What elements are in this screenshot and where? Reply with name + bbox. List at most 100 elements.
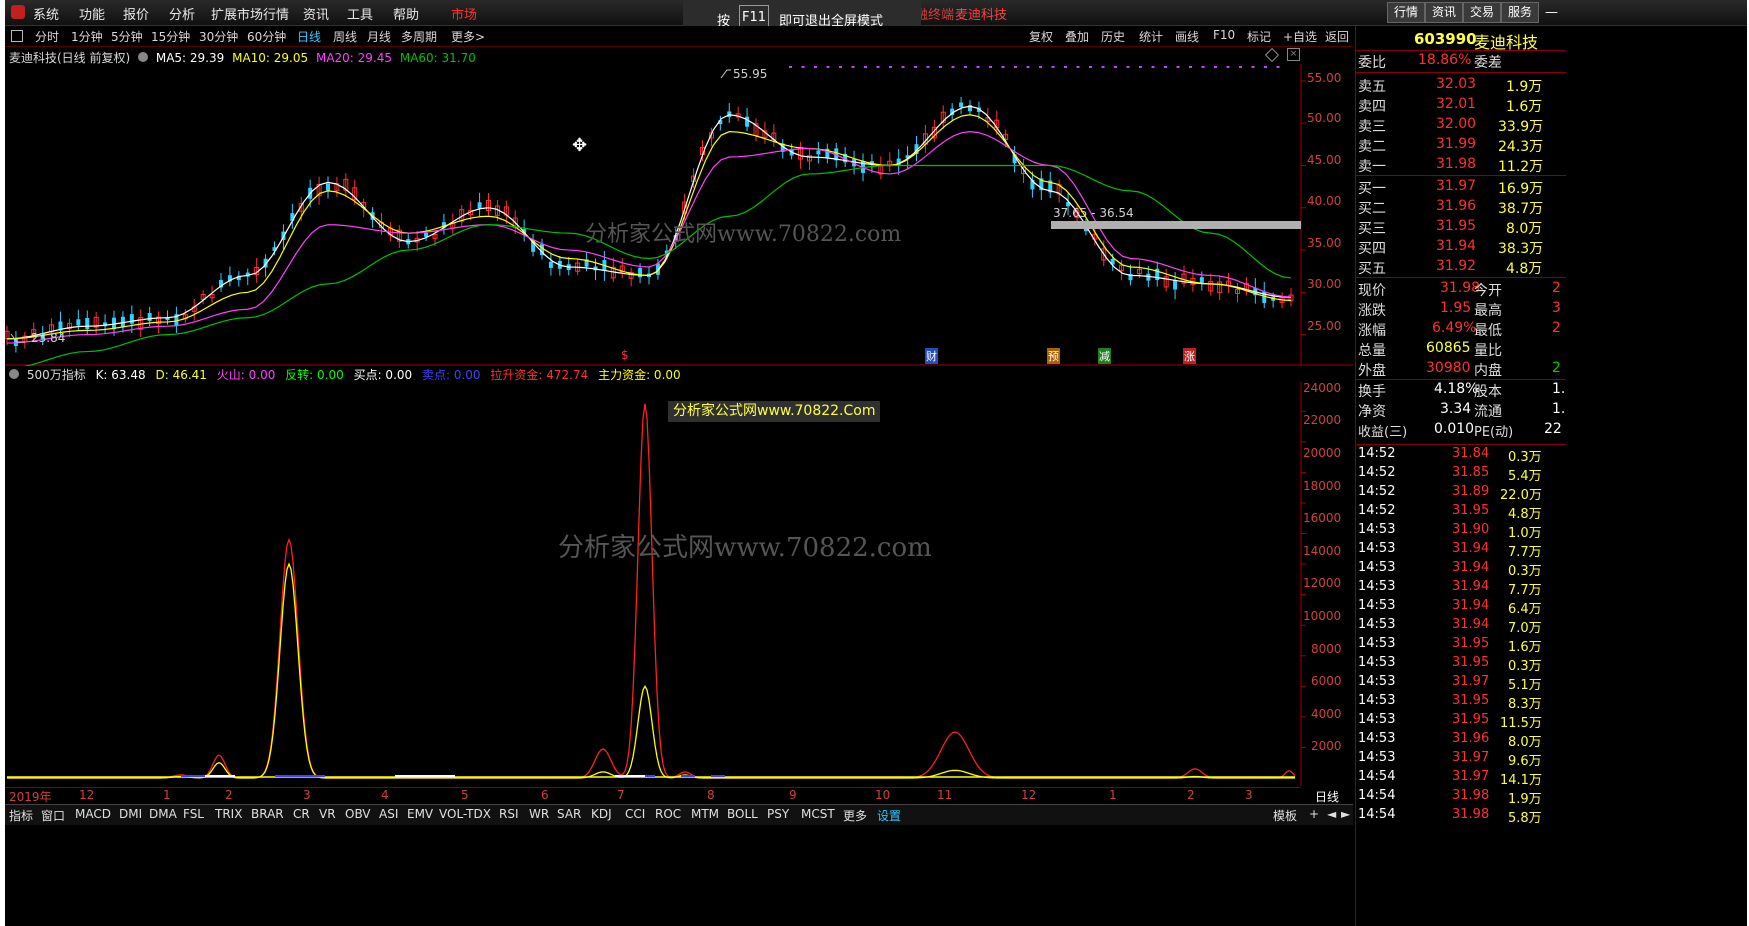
stats-button[interactable]: 统计: [1139, 28, 1163, 45]
tab-sar[interactable]: SAR: [557, 807, 581, 821]
period-weekly[interactable]: 周线: [333, 28, 357, 45]
menu-item-help[interactable]: 帮助: [393, 4, 419, 23]
tab-psy[interactable]: PSY: [767, 807, 789, 821]
period-minute-line[interactable]: 分时: [35, 28, 59, 45]
tab-cci[interactable]: CCI: [625, 807, 645, 821]
quote-button[interactable]: 行情: [1387, 2, 1426, 23]
menu-item-ext-market[interactable]: 扩展市场行情: [211, 4, 289, 23]
mark-button[interactable]: 标记: [1247, 28, 1271, 45]
menu-item-function[interactable]: 功能: [79, 4, 105, 23]
menu-item-news[interactable]: 资讯: [303, 4, 329, 23]
tab-indicator[interactable]: 指标: [9, 807, 33, 824]
period-daily[interactable]: 日线: [297, 28, 321, 45]
overlay-button[interactable]: 叠加: [1065, 28, 1089, 45]
service-button[interactable]: 服务: [1501, 2, 1540, 23]
tick-row: 14:53 31.96 8.0万: [1356, 731, 1566, 750]
tab-more[interactable]: 更多: [843, 807, 867, 824]
tab-vol-tdx[interactable]: VOL-TDX: [439, 807, 491, 821]
back-button[interactable]: 返回: [1325, 28, 1349, 45]
indicator-gear-icon[interactable]: [9, 369, 19, 379]
tab-trix[interactable]: TRIX: [215, 807, 242, 821]
period-60min[interactable]: 60分钟: [247, 28, 286, 45]
ind-tick-22000: 22000: [1303, 413, 1342, 427]
news-button[interactable]: 资讯: [1425, 2, 1464, 23]
event-dot: [1089, 66, 1092, 68]
minimize-icon[interactable]: —: [1545, 5, 1558, 20]
tab-vr[interactable]: VR: [319, 807, 336, 821]
chart-title: 麦迪科技(日线 前复权): [9, 51, 131, 65]
scroll-left-icon[interactable]: ◄: [1327, 807, 1336, 821]
layout-toggle-icon[interactable]: [11, 30, 23, 42]
ask-row[interactable]: 卖五 32.03 1.9万: [1356, 76, 1556, 96]
bid-label: 买四: [1358, 241, 1386, 257]
tab-dmi[interactable]: DMI: [119, 807, 142, 821]
menu-item-tools[interactable]: 工具: [347, 4, 373, 23]
ind-tick-10000: 10000: [1303, 609, 1342, 623]
chart-settings-icon[interactable]: [1264, 47, 1280, 63]
tab-roc[interactable]: ROC: [655, 807, 681, 821]
period-monthly[interactable]: 月线: [367, 28, 391, 45]
bid-row[interactable]: 买四 31.94 38.3万: [1356, 238, 1556, 258]
tab-window[interactable]: 窗口: [41, 807, 65, 824]
tab-brar[interactable]: BRAR: [251, 807, 284, 821]
tick-row: 14:53 31.94 7.0万: [1356, 617, 1566, 636]
tab-dma[interactable]: DMA: [149, 807, 177, 821]
tab-emv[interactable]: EMV: [407, 807, 433, 821]
tab-mcst[interactable]: MCST: [801, 807, 835, 821]
event-mark-rise[interactable]: 涨: [1183, 348, 1196, 364]
trade-button[interactable]: 交易: [1463, 2, 1502, 23]
period-1min[interactable]: 1分钟: [71, 28, 103, 45]
ask-row[interactable]: 卖三 32.00 33.9万: [1356, 116, 1556, 136]
menu-item-system[interactable]: 系统: [33, 4, 59, 23]
tab-fsl[interactable]: FSL: [183, 807, 204, 821]
tab-mtm[interactable]: MTM: [691, 807, 719, 821]
menu-item-quote[interactable]: 报价: [123, 4, 149, 23]
bid-label: 买五: [1358, 261, 1386, 277]
tab-cr[interactable]: CR: [293, 807, 310, 821]
price-chart[interactable]: [5, 64, 1353, 366]
tick-time: 14:53: [1358, 655, 1396, 670]
tick-list[interactable]: 14:52 31.84 0.3万 14:52 31.85 5.4万 14:52 31.89…: [1356, 446, 1566, 826]
stat-value: 30980: [1426, 360, 1471, 376]
period-more[interactable]: 更多>: [451, 28, 485, 45]
period-multi[interactable]: 多周期: [401, 28, 437, 45]
event-mark-forecast[interactable]: 预: [1047, 348, 1060, 364]
add-tab-icon[interactable]: +: [1309, 807, 1319, 821]
draw-button[interactable]: 画线: [1175, 28, 1199, 45]
indicator-chart[interactable]: [5, 382, 1353, 786]
menu-item-analysis[interactable]: 分析: [169, 4, 195, 23]
tab-kdj[interactable]: KDJ: [591, 807, 612, 821]
tab-wr[interactable]: WR: [529, 807, 549, 821]
tick-price: 31.90: [1452, 522, 1490, 537]
tab-obv[interactable]: OBV: [345, 807, 371, 821]
scroll-right-icon[interactable]: ►: [1341, 807, 1350, 821]
period-30min[interactable]: 30分钟: [199, 28, 238, 45]
legend-gear-icon[interactable]: [138, 52, 149, 62]
menu-item-market[interactable]: 市场: [451, 4, 477, 23]
chart-close-icon[interactable]: ×: [1287, 48, 1300, 61]
x-tick-10: 10: [875, 788, 891, 802]
tab-asi[interactable]: ASI: [379, 807, 398, 821]
bid-row[interactable]: 买三 31.95 8.0万: [1356, 218, 1556, 238]
event-mark-reduce[interactable]: 减: [1098, 348, 1111, 364]
template-button[interactable]: 模板: [1273, 807, 1297, 824]
event-mark-dollar[interactable]: $: [621, 348, 629, 362]
event-mark-finance[interactable]: 财: [925, 348, 938, 364]
history-button[interactable]: 历史: [1101, 28, 1125, 45]
adjust-button[interactable]: 复权: [1029, 28, 1053, 45]
tab-macd[interactable]: MACD: [75, 807, 111, 821]
add-watchlist-button[interactable]: +自选: [1283, 28, 1317, 45]
ask-row[interactable]: 卖四 32.01 1.6万: [1356, 96, 1556, 116]
bid-row[interactable]: 买二 31.96 38.7万: [1356, 198, 1556, 218]
ask-row[interactable]: 卖二 31.99 24.3万: [1356, 136, 1556, 156]
bid-row[interactable]: 买五 31.92 4.8万: [1356, 258, 1556, 278]
tab-settings[interactable]: 设置: [877, 807, 901, 824]
tab-boll[interactable]: BOLL: [727, 807, 758, 821]
period-5min[interactable]: 5分钟: [111, 28, 143, 45]
stat-label-2: 量比: [1474, 343, 1502, 359]
f10-button[interactable]: F10: [1213, 28, 1235, 42]
bid-row[interactable]: 买一 31.97 16.9万: [1356, 178, 1556, 198]
ask-row[interactable]: 卖一 31.98 11.2万: [1356, 156, 1556, 176]
tab-rsi[interactable]: RSI: [499, 807, 519, 821]
period-15min[interactable]: 15分钟: [151, 28, 190, 45]
